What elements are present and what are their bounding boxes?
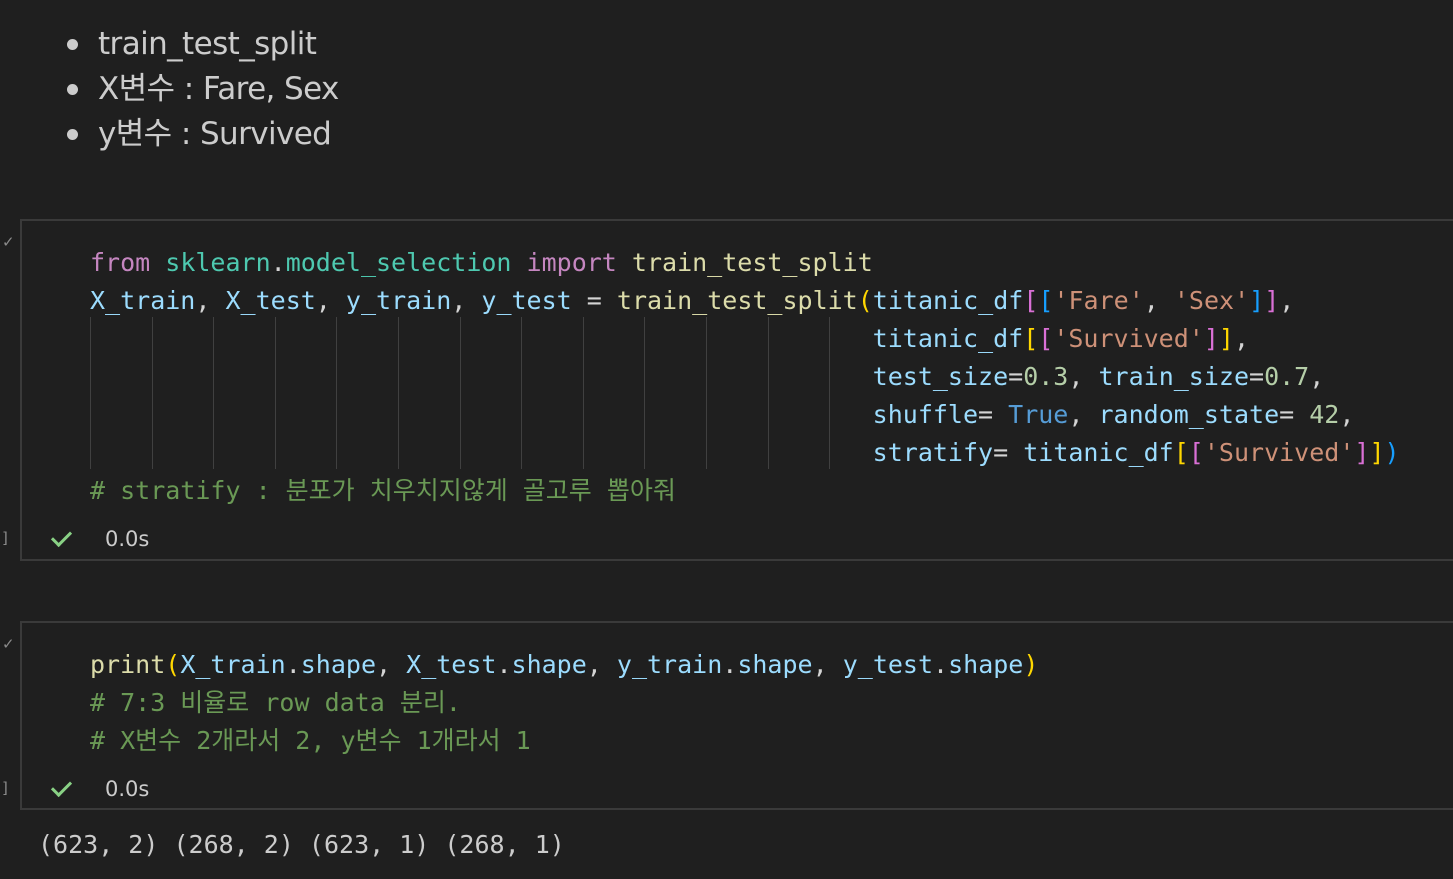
code-line: stratify= titanic_df[['Survived']]) bbox=[872, 438, 1400, 467]
list-item-text: X변수 : Fare, Sex bbox=[98, 71, 339, 107]
cell-status: 0.0s bbox=[50, 525, 150, 551]
markdown-cell[interactable]: train_test_split X변수 : Fare, Sex y변수 : S… bbox=[67, 22, 339, 157]
bullet-icon bbox=[67, 129, 78, 140]
execution-count: ] bbox=[2, 529, 8, 547]
list-item: y변수 : Survived bbox=[67, 112, 339, 157]
cell-collapse-icon[interactable]: ✓ bbox=[2, 635, 15, 653]
code-line: test_size=0.3, train_size=0.7, bbox=[872, 362, 1325, 391]
list-item-text: train_test_split bbox=[98, 26, 317, 62]
execution-time: 0.0s bbox=[105, 527, 150, 551]
code-line: print(X_train.shape, X_test.shape, y_tra… bbox=[90, 650, 1039, 679]
code-cell-1[interactable]: ✓ ] from sklearn.model_selection import … bbox=[2, 219, 1453, 561]
code-editor[interactable]: from sklearn.model_selection import trai… bbox=[90, 244, 1400, 505]
cell-collapse-icon[interactable]: ✓ bbox=[2, 233, 15, 251]
check-icon bbox=[50, 525, 73, 547]
bullet-icon bbox=[67, 39, 78, 50]
list-item-text: y변수 : Survived bbox=[98, 116, 332, 152]
code-line: shuffle= True, random_state= 42, bbox=[872, 400, 1355, 429]
code-line: X_train, X_test, y_train, y_test = train… bbox=[90, 286, 1295, 315]
code-line: # X변수 2개라서 2, y변수 1개라서 1 bbox=[90, 726, 531, 755]
code-line: # 7:3 비율로 row data 분리. bbox=[90, 688, 461, 717]
code-line: from sklearn.model_selection import trai… bbox=[90, 248, 873, 277]
code-editor[interactable]: print(X_train.shape, X_test.shape, y_tra… bbox=[90, 646, 1038, 791]
cell-output: (623, 2) (268, 2) (623, 1) (268, 1) bbox=[38, 830, 565, 859]
notebook-view: train_test_split X변수 : Fare, Sex y변수 : S… bbox=[0, 0, 1453, 879]
code-cell-2[interactable]: ✓ ] print(X_train.shape, X_test.shape, y… bbox=[2, 621, 1453, 810]
code-line: # stratify : 분포가 치우치지않게 골고루 뽑아줘 bbox=[90, 476, 676, 505]
execution-time: 0.0s bbox=[105, 777, 150, 801]
list-item: X변수 : Fare, Sex bbox=[67, 67, 339, 112]
bullet-icon bbox=[67, 84, 78, 95]
cell-status: 0.0s bbox=[50, 775, 150, 801]
code-line: titanic_df[['Survived']], bbox=[872, 324, 1250, 353]
execution-count: ] bbox=[2, 779, 8, 797]
check-icon bbox=[50, 775, 73, 797]
list-item: train_test_split bbox=[67, 22, 339, 67]
